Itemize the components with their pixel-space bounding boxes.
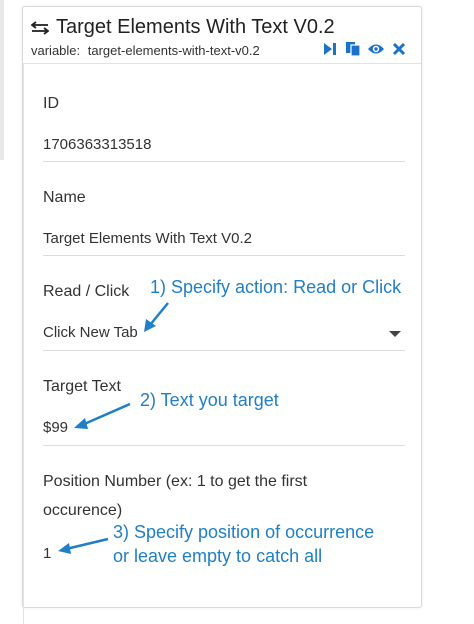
arrow-to-target-text bbox=[74, 402, 131, 429]
annotation-target-text: 2) Text you target bbox=[140, 390, 279, 410]
annotation-arrows bbox=[58, 302, 169, 554]
annotation-position-line1: 3) Specify position of occurrence bbox=[113, 522, 375, 542]
arrow-to-position bbox=[58, 537, 109, 554]
arrow-to-action bbox=[144, 302, 169, 332]
annotation-position-line2: or leave empty to catch all bbox=[113, 546, 323, 566]
